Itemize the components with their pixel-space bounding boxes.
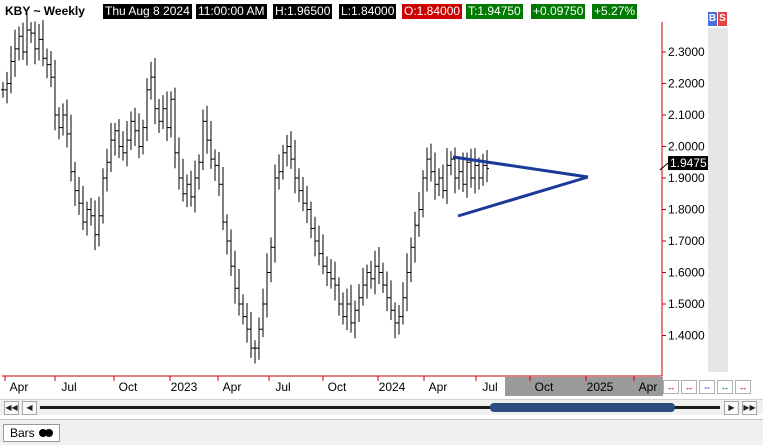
bar-change-pct: +5.27% [592, 4, 638, 19]
last-price-label: 1.9475 [670, 156, 707, 170]
scroll-first-icon[interactable]: ◀◀ [4, 401, 19, 415]
sell-button[interactable]: S [718, 12, 727, 26]
chart-area[interactable]: 2.3000 2.2000 2.1000 2.0000 1.9000 1.8000 1.70… [0, 0, 763, 445]
scroll-right-icon[interactable]: ↔ [735, 380, 751, 394]
time-tick-label: Oct [119, 380, 138, 394]
price-tick-label: 2.3000 [668, 45, 705, 59]
bar-last: T:1.94750 [466, 4, 523, 19]
time-tick-label: Oct [328, 380, 347, 394]
fit-icon[interactable]: ⇔ [699, 380, 715, 394]
chart-title: KBY ~ Weekly [5, 4, 85, 18]
scroll-thumb[interactable] [490, 403, 675, 412]
bar-low: L:1.84000 [339, 4, 397, 19]
time-tick-label: Jul [482, 380, 497, 394]
price-tick-label: 1.4000 [668, 329, 705, 343]
time-tick-label: Jul [61, 380, 76, 394]
zoom-in-icon[interactable]: ↔ [681, 380, 697, 394]
scroll-right-arrow-icon[interactable]: ▶ [724, 401, 739, 415]
scroll-left-icon[interactable]: ↔ [717, 380, 733, 394]
lower-trendline [457, 175, 589, 218]
side-panel [708, 28, 728, 372]
bar-change: +0.09750 [531, 4, 586, 19]
price-tick-label: 1.9000 [668, 171, 705, 185]
status-bar: Bars [0, 419, 763, 445]
price-tick-label: 2.0000 [668, 140, 705, 154]
price-tick-label: 1.6000 [668, 266, 705, 280]
bars-tab[interactable]: Bars [3, 424, 60, 442]
time-scrollbar[interactable]: ◀◀ ◀ ▶ ▶▶ [0, 399, 763, 415]
time-tick-label: Apr [223, 380, 242, 394]
bars-tab-label: Bars [10, 426, 35, 440]
price-tick-label: 2.2000 [668, 77, 705, 91]
price-tick-label: 1.7000 [668, 234, 705, 248]
time-tick-label: 2025 [587, 380, 614, 394]
time-tick-label: 2023 [171, 380, 198, 394]
bar-open: O:1.84000 [402, 4, 463, 19]
upper-trendline [452, 155, 589, 179]
navigator-toolbar: ↔ ↔ ⇔ ↔ ↔ [663, 380, 751, 394]
bar-time: 11:00:00 AM [196, 4, 267, 19]
zoom-out-icon[interactable]: ↔ [663, 380, 679, 394]
time-tick-label: Apr [639, 380, 658, 394]
price-tick-label: 1.5000 [668, 297, 705, 311]
scroll-left-arrow-icon[interactable]: ◀ [22, 401, 37, 415]
time-tick-label: 2024 [379, 380, 406, 394]
time-tick-label: Oct [535, 380, 554, 394]
bar-date: Thu Aug 8 2024 [103, 4, 192, 19]
price-tick-label: 2.1000 [668, 108, 705, 122]
time-tick-label: Jul [275, 380, 290, 394]
bar-high: H:1.96500 [273, 4, 333, 19]
time-tick-label: Apr [10, 380, 29, 394]
price-tick-label: 1.8000 [668, 203, 705, 217]
scroll-last-icon[interactable]: ▶▶ [742, 401, 757, 415]
bars-style-icon [38, 425, 53, 441]
buy-button[interactable]: B [708, 12, 717, 26]
last-price-pointer [659, 162, 669, 171]
time-tick-label: Apr [429, 380, 448, 394]
